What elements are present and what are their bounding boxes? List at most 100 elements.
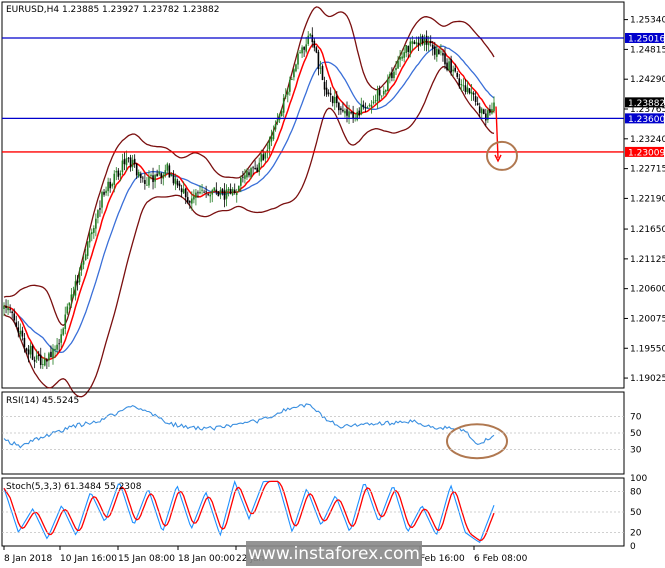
candle-body (272, 131, 275, 140)
candle-body (309, 34, 312, 36)
candle-body (80, 263, 83, 271)
candle-body (158, 171, 160, 175)
candle-body (411, 41, 414, 44)
candle-body (35, 355, 38, 360)
rsi-tick-label: 70 (630, 413, 642, 423)
level-price-tag-label: 1.23009 (628, 148, 665, 158)
candle-body (262, 154, 265, 161)
candle-body (148, 176, 150, 186)
candle-body (399, 56, 401, 60)
candle-body (152, 175, 154, 183)
candle-body (393, 71, 395, 79)
stoch-tick-label: 100 (630, 474, 647, 484)
candle-body (317, 51, 320, 70)
price-tick-label: 1.19550 (630, 344, 665, 354)
candle-body (103, 191, 105, 195)
candle-body (321, 65, 324, 81)
candle-body (391, 72, 393, 79)
candle-body (217, 191, 220, 197)
candle-body (44, 358, 46, 366)
candle-body (41, 364, 44, 365)
candle-body (284, 95, 287, 97)
candle-body (95, 218, 97, 229)
candle-body (342, 109, 344, 112)
candle-body (180, 188, 183, 193)
candle-body (440, 51, 442, 53)
candle-body (266, 149, 269, 152)
candle-body (338, 102, 340, 111)
candle-body (50, 351, 52, 358)
candle-body (417, 42, 420, 45)
price-tick-label: 1.21650 (630, 225, 665, 235)
candle-body (442, 53, 444, 56)
candle-body (307, 35, 310, 44)
candle-body (156, 173, 158, 177)
candle-body (478, 106, 481, 113)
candle-body (121, 160, 124, 173)
candle-body (54, 348, 56, 351)
price-tick-label: 1.25340 (630, 16, 665, 26)
candle-body (199, 191, 201, 194)
candle-body (372, 101, 375, 104)
candle-body (13, 313, 16, 321)
candle-body (11, 311, 13, 314)
candle-body (56, 344, 58, 350)
candle (295, 63, 297, 73)
candle-body (203, 191, 205, 193)
candle-body (489, 108, 491, 113)
candle-body (31, 345, 34, 360)
candle-body (101, 191, 103, 208)
candle-body (297, 53, 299, 65)
candle-body (454, 67, 457, 72)
candle-body (346, 109, 348, 116)
candle-body (168, 165, 171, 178)
stoch-pane-title: Stoch(5,3,3) 61.3484 55.2308 (6, 482, 142, 492)
candle-body (193, 196, 195, 200)
candle-body (137, 171, 140, 177)
candle-body (329, 93, 332, 95)
candle-body (150, 174, 152, 176)
time-tick-label: 8 Jan 2018 (4, 554, 52, 564)
candle-body (452, 69, 454, 72)
price-tick-label: 1.20600 (630, 285, 665, 295)
time-tick-label: 6 Feb 08:00 (474, 554, 528, 564)
candle-body (403, 52, 405, 58)
rsi-tick-label: 50 (630, 429, 642, 439)
candle-body (280, 110, 283, 117)
candle-body (97, 210, 99, 218)
candle-body (207, 194, 209, 195)
candle-body (78, 272, 81, 283)
candle-body (197, 192, 199, 194)
candle-body (446, 62, 448, 71)
candle-body (448, 61, 450, 71)
candle-body (19, 330, 22, 335)
candle-body (433, 46, 436, 55)
level-price-tag-label: 1.23600 (628, 115, 665, 125)
candle-body (472, 92, 475, 95)
candle-body (474, 96, 477, 102)
candle-body (323, 81, 326, 90)
candle-body (66, 306, 69, 314)
candle-body (344, 110, 346, 114)
candle-body (333, 97, 336, 104)
candle-body (133, 158, 136, 165)
stoch-tick-label: 0 (630, 542, 636, 552)
candle-body (90, 232, 93, 235)
time-tick-label: 15 Jan 08:00 (118, 554, 175, 564)
candle-body (458, 78, 461, 86)
candle-body (125, 158, 128, 166)
candle-body (37, 354, 40, 357)
stoch-tick-label: 20 (630, 528, 642, 538)
candle-body (15, 322, 18, 327)
candle-body (182, 189, 185, 194)
candle-body (48, 353, 50, 361)
candle-body (209, 194, 212, 197)
candle-body (111, 184, 114, 187)
candle-body (9, 309, 11, 311)
candle-body (313, 40, 316, 48)
candle-body (174, 178, 177, 185)
candle (237, 185, 240, 192)
price-tick-label: 1.24290 (630, 75, 665, 85)
candle-body (485, 113, 487, 121)
candle-body (46, 359, 48, 362)
